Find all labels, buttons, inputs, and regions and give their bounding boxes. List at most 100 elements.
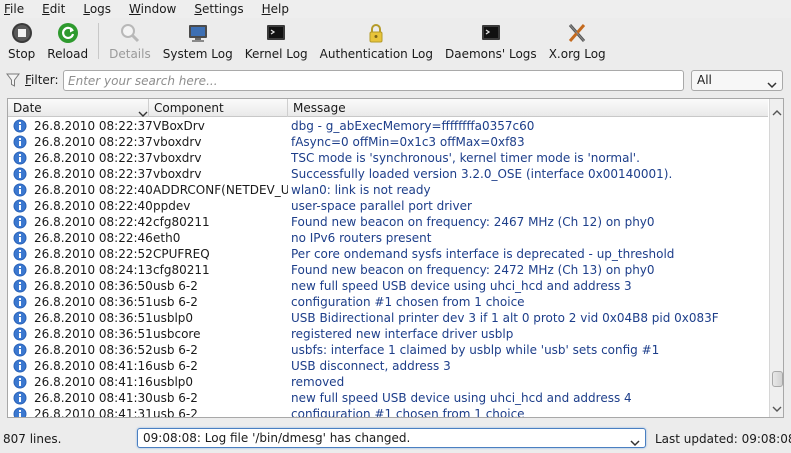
table-row[interactable]: 26.8.2010 08:36:51 usblp0 USB Bidirectiona…: [8, 310, 768, 326]
cell-component: usb 6-2: [153, 343, 198, 357]
scroll-down-icon[interactable]: [772, 402, 782, 416]
table-row[interactable]: 26.8.2010 08:36:51 usb 6-2 configuration #…: [8, 294, 768, 310]
cell-message: TSC mode is 'synchronous', kernel timer …: [291, 151, 640, 165]
menubar: File Edit Logs Window Settings Help: [0, 0, 791, 18]
filter-label: Filter:: [25, 73, 59, 87]
table-row[interactable]: 26.8.2010 08:22:37 vboxdrv Successfully lo…: [8, 166, 768, 182]
table-row[interactable]: 26.8.2010 08:41:30 usb 6-2 new full speed …: [8, 390, 768, 406]
table-row[interactable]: 26.8.2010 08:36:51 usbcore registered new …: [8, 326, 768, 342]
cell-component: cfg80211: [153, 215, 210, 229]
cell-component: vboxdrv: [153, 167, 202, 181]
cell-message: no IPv6 routers present: [291, 231, 432, 245]
filter-bar: Filter: All: [0, 68, 791, 94]
menu-label-rest: ile: [10, 2, 25, 16]
menu-help[interactable]: Help: [262, 2, 289, 16]
info-icon: [13, 327, 27, 341]
authentication-log-label: Authentication Log: [319, 47, 434, 61]
table-row[interactable]: 26.8.2010 08:22:37 vboxdrv fAsync=0 offMin…: [8, 134, 768, 150]
system-log-button[interactable]: System Log: [157, 19, 239, 64]
menu-label-rest: elp: [270, 2, 289, 16]
cell-component: ppdev: [153, 199, 191, 213]
reload-icon: [56, 21, 80, 45]
cell-component: ADDRCONF(NETDEV_UP): [153, 183, 288, 197]
stop-button[interactable]: Stop: [2, 19, 41, 64]
menu-label-rest: ogs: [89, 2, 112, 16]
cell-message: registered new interface driver usblp: [291, 327, 514, 341]
table-row[interactable]: 26.8.2010 08:41:16 usblp0 removed: [8, 374, 768, 390]
column-header-message-label: Message: [293, 101, 346, 115]
cell-component: eth0: [153, 231, 181, 245]
cell-component: usb 6-2: [153, 407, 198, 418]
cell-message: new full speed USB device using uhci_hcd…: [291, 391, 632, 405]
cell-date: 26.8.2010 08:41:31: [34, 407, 152, 418]
status-bar: 807 lines. 09:08:08: Log file '/bin/dmes…: [0, 426, 791, 450]
kernel-log-button[interactable]: Kernel Log: [239, 19, 314, 64]
menu-label-rest: indow: [140, 2, 177, 16]
chevron-down-icon: [630, 434, 640, 452]
cell-component: usb 6-2: [153, 391, 198, 405]
info-icon: [13, 391, 27, 405]
column-header-component[interactable]: Component: [148, 99, 287, 117]
xorg-icon: [565, 21, 589, 45]
table-row[interactable]: 26.8.2010 08:36:50 usb 6-2 new full speed …: [8, 278, 768, 294]
scrollbar-thumb[interactable]: [772, 371, 783, 387]
table-row[interactable]: 26.8.2010 08:41:31 usb 6-2 configuration #…: [8, 406, 768, 418]
details-label: Details: [109, 47, 151, 61]
table-row[interactable]: 26.8.2010 08:36:52 usb 6-2 usbfs: interfac…: [8, 342, 768, 358]
reload-button[interactable]: Reload: [41, 19, 94, 64]
last-updated: Last updated: 09:08:08.: [655, 432, 791, 446]
table-row[interactable]: 26.8.2010 08:24:13 cfg80211 Found new beac…: [8, 262, 768, 278]
menu-mnemonic: S: [194, 2, 202, 16]
info-icon: [13, 279, 27, 293]
menu-edit[interactable]: Edit: [42, 2, 65, 16]
table-row[interactable]: 26.8.2010 08:22:46 eth0 no IPv6 routers pr…: [8, 230, 768, 246]
cell-component: vboxdrv: [153, 151, 202, 165]
stop-label: Stop: [8, 47, 36, 61]
cell-message: USB disconnect, address 3: [291, 359, 451, 373]
column-header-message[interactable]: Message: [287, 99, 768, 117]
menu-file[interactable]: File: [4, 2, 24, 16]
kernel-log-label: Kernel Log: [244, 47, 308, 61]
cell-message: Found new beacon on frequency: 2467 MHz …: [291, 215, 655, 229]
table-row[interactable]: 26.8.2010 08:22:37 VBoxDrv dbg - g_abExecM…: [8, 118, 768, 134]
menu-settings[interactable]: Settings: [194, 2, 243, 16]
column-header-component-label: Component: [154, 101, 224, 115]
table-row[interactable]: 26.8.2010 08:41:16 usb 6-2 USB disconnect,…: [8, 358, 768, 374]
table-row[interactable]: 26.8.2010 08:22:52 CPUFREQ Per core ondema…: [8, 246, 768, 262]
menu-mnemonic: H: [261, 2, 271, 16]
table-header: Date Component Message: [8, 99, 768, 117]
cell-message: Successfully loaded version 3.2.0_OSE (i…: [291, 167, 673, 181]
filter-scope-select[interactable]: All: [691, 70, 783, 91]
cell-date: 26.8.2010 08:22:37: [34, 151, 152, 165]
cell-message: configuration #1 chosen from 1 choice: [291, 407, 525, 418]
chevron-down-icon: [767, 76, 777, 95]
info-icon: [13, 151, 27, 165]
vertical-scrollbar[interactable]: [769, 99, 783, 417]
table-row[interactable]: 26.8.2010 08:22:42 cfg80211 Found new beac…: [8, 214, 768, 230]
authentication-log-button[interactable]: Authentication Log: [314, 19, 439, 64]
line-count: 807 lines.: [3, 432, 62, 446]
cell-message: fAsync=0 offMin=0x1c3 offMax=0xf83: [291, 135, 525, 149]
cell-component: CPUFREQ: [153, 247, 210, 261]
cell-component: usbcore: [153, 327, 201, 341]
menu-logs[interactable]: Logs: [83, 2, 111, 16]
menu-label-rest: ettings: [202, 2, 244, 16]
cell-date: 26.8.2010 08:22:52: [34, 247, 152, 261]
table-row[interactable]: 26.8.2010 08:22:37 vboxdrv TSC mode is 'sy…: [8, 150, 768, 166]
table-row[interactable]: 26.8.2010 08:22:40 ppdev user-space parall…: [8, 198, 768, 214]
details-button[interactable]: Details: [103, 19, 157, 64]
table-row[interactable]: 26.8.2010 08:22:40 ADDRCONF(NETDEV_UP) wla…: [8, 182, 768, 198]
info-icon: [13, 311, 27, 325]
cell-component: VBoxDrv: [153, 119, 205, 133]
scroll-up-icon[interactable]: [772, 105, 782, 119]
info-icon: [13, 375, 27, 389]
xorg-log-button[interactable]: X.org Log: [543, 19, 612, 64]
status-message-select[interactable]: 09:08:08: Log file '/bin/dmesg' has chan…: [137, 428, 646, 448]
daemons-log-button[interactable]: Daemons' Logs: [439, 19, 543, 64]
cell-date: 26.8.2010 08:41:30: [34, 391, 152, 405]
menu-window[interactable]: Window: [129, 2, 176, 16]
log-table: Date Component Message 26.8.2010 08:22:3…: [7, 98, 784, 418]
search-input[interactable]: [63, 70, 684, 91]
column-header-date[interactable]: Date: [8, 99, 152, 117]
cell-date: 26.8.2010 08:22:40: [34, 199, 152, 213]
